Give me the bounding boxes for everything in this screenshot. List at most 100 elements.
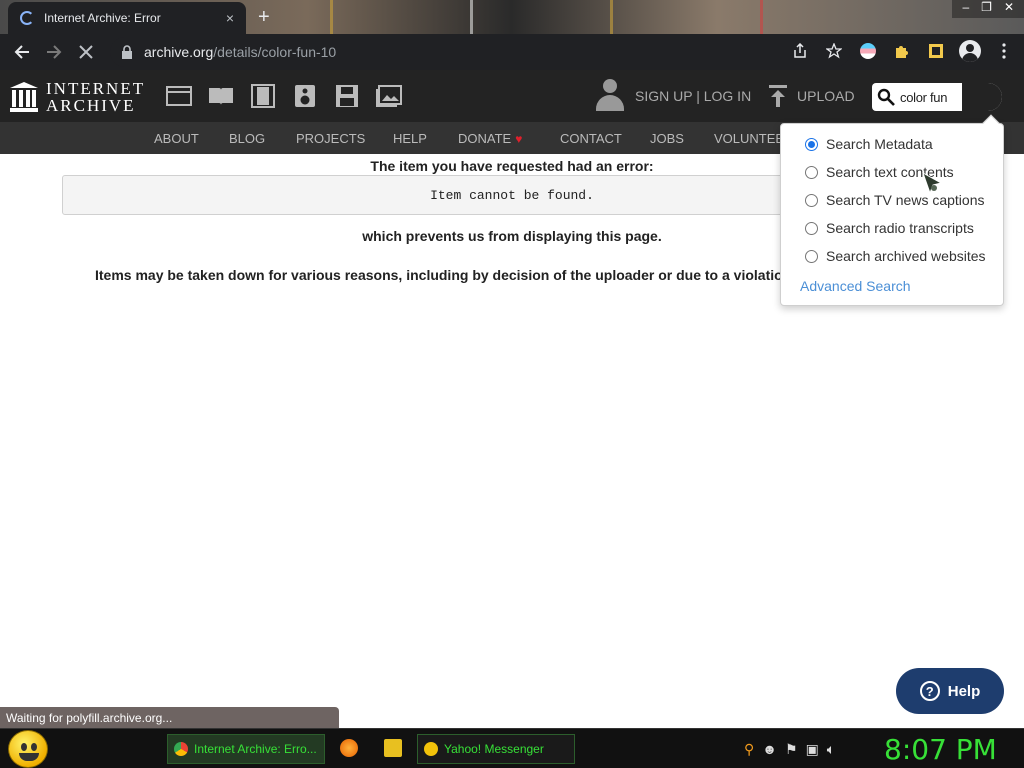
nav-jobs[interactable]: JOBS <box>650 131 684 146</box>
nav-contact[interactable]: CONTACT <box>560 131 622 146</box>
user-avatar-icon[interactable] <box>596 79 624 111</box>
texts-icon[interactable] <box>206 82 236 110</box>
back-button[interactable] <box>6 36 38 68</box>
folder-icon[interactable] <box>384 739 402 757</box>
address-bar[interactable]: archive.org/details/color-fun-10 <box>110 37 850 67</box>
radio-text-contents[interactable] <box>805 165 818 179</box>
images-icon[interactable] <box>374 82 404 110</box>
help-button[interactable]: ? Help <box>896 668 1004 714</box>
signup-login-link[interactable]: SIGN UP | LOG IN <box>635 88 751 104</box>
upload-link[interactable]: UPLOAD <box>797 88 855 104</box>
arrow-left-icon <box>14 45 29 59</box>
tab-close-icon[interactable]: × <box>220 10 240 26</box>
browser-toolbar: archive.org/details/color-fun-10 <box>0 34 1024 70</box>
search-option-label: Search radio transcripts <box>826 220 974 236</box>
extensions-puzzle-icon[interactable] <box>888 36 916 66</box>
browser-tab-active[interactable]: Internet Archive: Error × <box>8 2 246 34</box>
search-option-label: Search archived websites <box>826 248 986 264</box>
search-option-label: Search TV news captions <box>826 192 985 208</box>
heart-icon: ♥ <box>515 132 523 146</box>
taskbar-chrome-task[interactable]: Internet Archive: Erro... <box>167 734 325 764</box>
media-type-icons <box>164 82 404 110</box>
radio-radio-transcripts[interactable] <box>805 221 818 235</box>
wallpaper-streak <box>610 0 613 34</box>
screen: Internet Archive: Error × + – ❐ ✕ archiv… <box>0 0 1024 768</box>
help-label: Help <box>947 682 981 700</box>
upload-icon[interactable] <box>768 84 788 108</box>
ia-wordmark: INTERNET ARCHIVE <box>46 80 145 114</box>
url-host: archive.org <box>144 44 214 60</box>
nav-blog[interactable]: BLOG <box>229 131 265 146</box>
messenger-tray-icon[interactable]: ☻ <box>762 741 777 758</box>
wallpaper-streak <box>330 0 333 34</box>
arrow-right-icon <box>47 45 62 59</box>
error-reason-text: Items may be taken down for various reas… <box>95 267 783 283</box>
close-icon <box>79 45 93 59</box>
advanced-search-link[interactable]: Advanced Search <box>800 278 911 294</box>
ia-search-box[interactable]: color fun <box>872 83 1002 111</box>
mouse-cursor-icon <box>922 172 943 195</box>
toolbar-actions <box>786 36 1018 66</box>
question-icon: ? <box>919 681 940 701</box>
radio-archived-websites[interactable] <box>805 249 818 263</box>
radio-tv-captions[interactable] <box>805 193 818 207</box>
network-tray-icon[interactable]: ▣ <box>806 741 819 758</box>
ia-header: INTERNET ARCHIVE SIGN UP | LOG IN UPLOAD… <box>0 70 1024 122</box>
profile-avatar-icon[interactable] <box>956 36 984 66</box>
close-window-button[interactable]: ✕ <box>1004 0 1014 18</box>
forward-button[interactable] <box>38 36 70 68</box>
search-option-radio-transcripts[interactable]: Search radio transcripts <box>805 220 974 236</box>
nav-help[interactable]: HELP <box>393 131 427 146</box>
search-option-archived-websites[interactable]: Search archived websites <box>805 248 986 264</box>
nav-donate[interactable]: DONATE ♥ <box>458 131 522 146</box>
firefox-icon[interactable] <box>340 739 358 757</box>
search-option-tv-captions[interactable]: Search TV news captions <box>805 192 985 208</box>
search-options-dropdown: Search Metadata Search text contents Sea… <box>780 114 1004 306</box>
maximize-button[interactable]: ❐ <box>981 0 992 18</box>
nav-donate-label: DONATE <box>458 131 512 146</box>
nav-projects[interactable]: PROJECTS <box>296 131 365 146</box>
loading-spinner-icon <box>20 11 34 25</box>
search-option-label: Search Metadata <box>826 136 933 152</box>
video-icon[interactable] <box>248 82 278 110</box>
taskbar-yahoo-task[interactable]: Yahoo! Messenger <box>417 734 575 764</box>
search-tray-icon[interactable]: ⚲ <box>744 741 754 758</box>
ia-temple-icon <box>10 82 38 112</box>
taskbar-clock: 8:07 PM <box>884 733 997 766</box>
stop-loading-button[interactable] <box>70 36 102 68</box>
search-input-end <box>962 83 1002 111</box>
share-icon[interactable] <box>786 36 814 66</box>
extension-flag-icon[interactable] <box>854 36 882 66</box>
software-icon[interactable] <box>332 82 362 110</box>
flag-tray-icon[interactable]: ⚑ <box>785 741 798 758</box>
minimize-button[interactable]: – <box>962 0 969 18</box>
system-tray: ⚲ ☻ ⚑ ▣ 🔈︎ <box>744 741 835 758</box>
wallpaper-streak <box>470 0 473 34</box>
tab-title: Internet Archive: Error <box>44 11 161 25</box>
nav-volunteer[interactable]: VOLUNTEE <box>714 131 784 146</box>
side-panel-icon[interactable] <box>922 36 950 66</box>
task-label: Internet Archive: Erro... <box>194 742 317 756</box>
yahoo-messenger-icon <box>424 742 438 756</box>
browser-tab-strip: Internet Archive: Error × + – ❐ ✕ <box>0 0 1024 34</box>
new-tab-button[interactable]: + <box>258 6 270 29</box>
web-icon[interactable] <box>164 82 194 110</box>
logo-line-archive: ARCHIVE <box>46 96 136 115</box>
ia-logo[interactable]: INTERNET ARCHIVE <box>10 80 145 114</box>
wallpaper-streak <box>760 0 763 34</box>
logo-line-internet: INTERNET <box>46 79 146 98</box>
window-controls: – ❐ ✕ <box>952 0 1024 18</box>
audio-icon[interactable] <box>290 82 320 110</box>
url-path: /details/color-fun-10 <box>213 44 337 60</box>
bookmark-star-icon[interactable] <box>820 36 848 66</box>
menu-kebab-icon[interactable] <box>990 36 1018 66</box>
radio-metadata[interactable] <box>805 137 818 151</box>
taskbar: Internet Archive: Erro... Yahoo! Messeng… <box>0 728 1024 768</box>
search-option-metadata[interactable]: Search Metadata <box>805 136 933 152</box>
search-icon[interactable] <box>872 83 900 111</box>
start-smiley-icon[interactable] <box>8 730 48 768</box>
lock-icon <box>122 45 132 59</box>
nav-about[interactable]: ABOUT <box>154 131 199 146</box>
volume-icon[interactable]: 🔈︎ <box>827 741 835 758</box>
search-input[interactable]: color fun <box>900 90 947 105</box>
